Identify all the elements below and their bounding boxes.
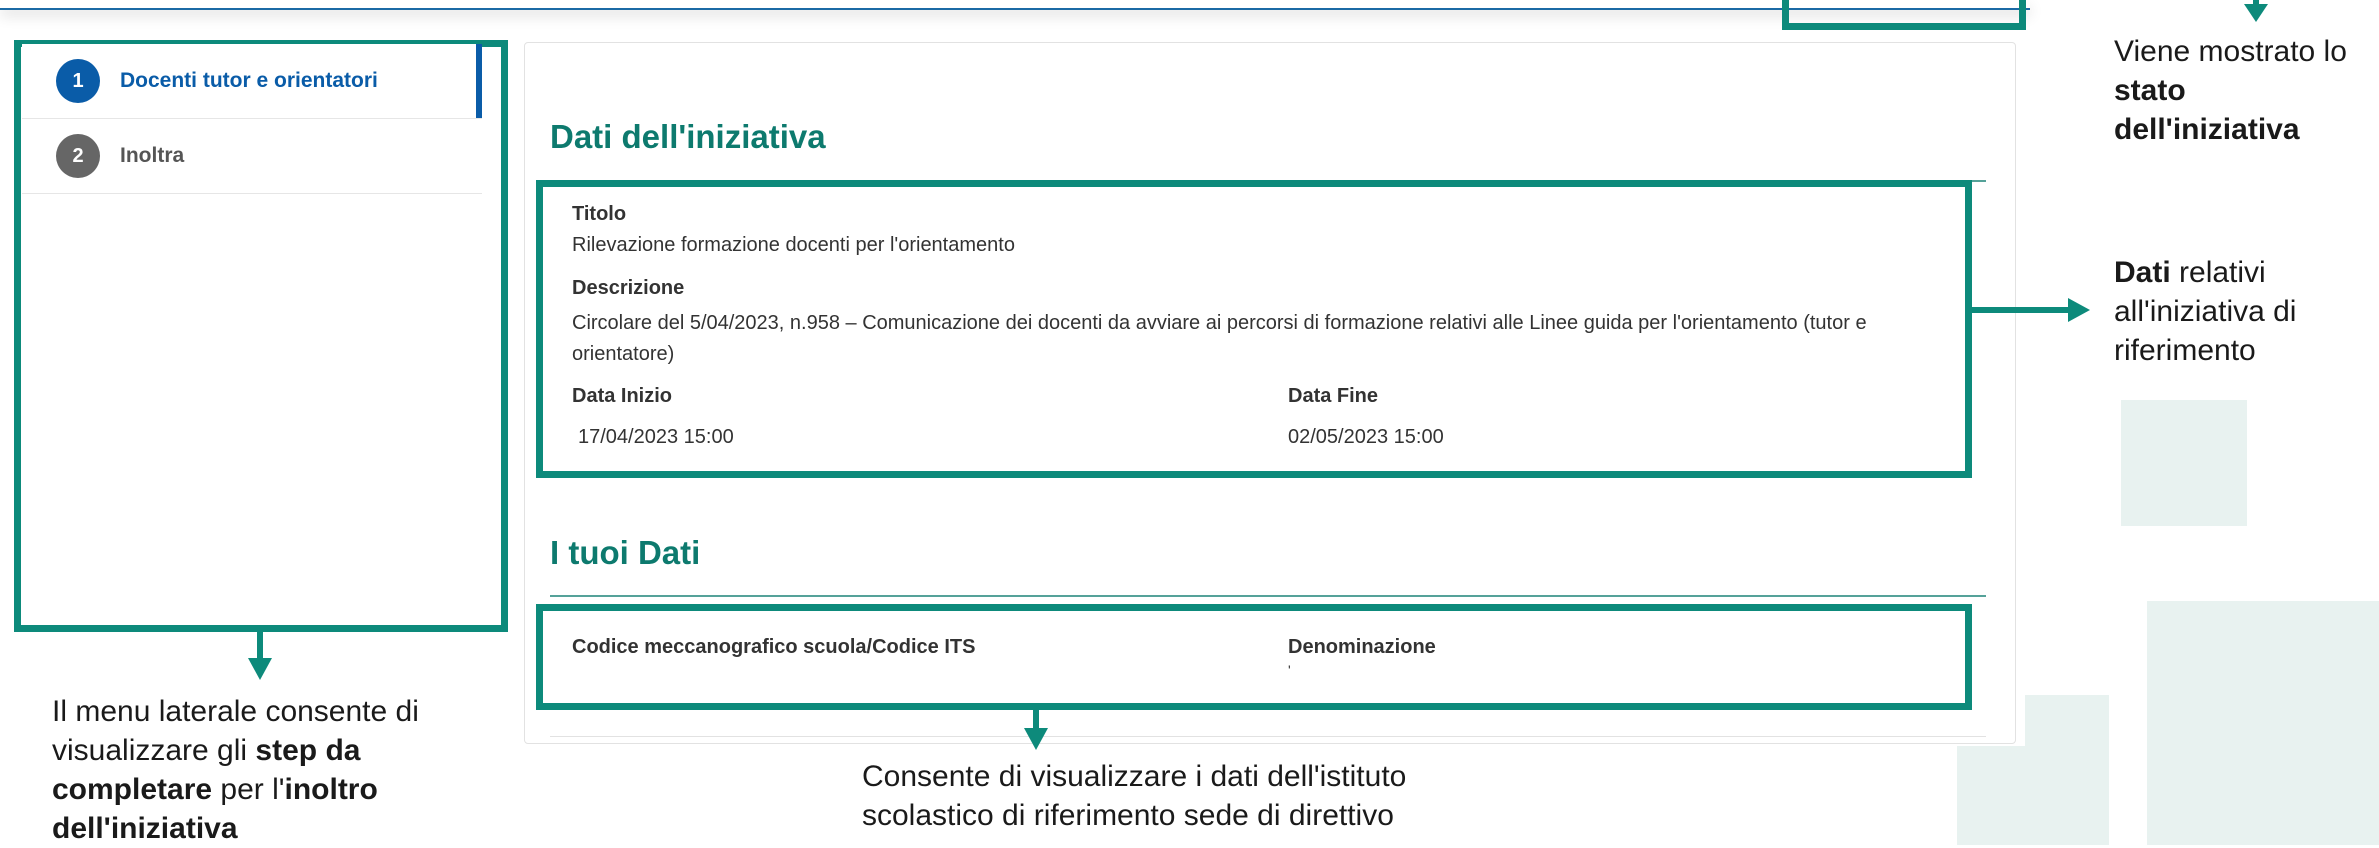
annotation-text: Il menu laterale consente di [52,695,419,728]
active-indicator [476,44,482,118]
decor-square [2121,400,2247,526]
section-rule [550,595,1986,597]
stato-arrow-head [2244,4,2268,22]
decor-square [1957,746,2025,845]
denominazione-value: ' [1288,662,1291,678]
titolo-label: Titolo [572,203,627,225]
header-bar [0,0,2030,10]
data-fine-value: 02/05/2023 15:00 [1288,426,1444,448]
istituto-arrow-head [1024,728,1048,750]
data-inizio-value: 17/04/2023 15:00 [578,426,734,448]
status-highlight-box [1782,0,2026,30]
data-fine-label: Data Fine [1288,385,1379,407]
step-docenti-tutor[interactable]: 1 Docenti tutor e orientatori [22,44,482,119]
card-bottom-rule [550,736,1986,737]
annotation-text: visualizzare gli [52,734,256,767]
annotation-text: scolastico di riferimento sede di dirett… [862,799,1394,832]
annotation-text: relativi [2170,256,2266,289]
annotation-text: riferimento [2114,334,2256,367]
menu-arrow-stem [257,632,263,660]
decor-square [2025,695,2109,845]
codice-label: Codice meccanografico scuola/Codice ITS [572,636,976,658]
titolo-value: Rilevazione formazione docenti per l'ori… [572,234,1015,256]
descrizione-label: Descrizione [572,277,685,299]
annotation-stato: Viene mostrato lo stato dell'iniziativa [2114,32,2376,149]
step-label: Docenti tutor e orientatori [120,69,378,92]
annotation-bold: completare [52,773,213,806]
annotation-dati: Dati relativi all'iniziativa di riferime… [2114,253,2376,370]
annotation-text: all'iniziativa di [2114,295,2297,328]
decor-square [2147,601,2379,845]
istituto-arrow-stem [1033,710,1039,730]
annotation-text: Viene mostrato lo [2114,35,2347,68]
section-title-tuoi-dati: I tuoi Dati [550,534,701,571]
annotation-bold: step da [255,734,361,767]
annotation-text: per l' [212,773,285,806]
annotation-bold: stato [2114,74,2186,107]
step-inoltra[interactable]: 2 Inoltra [22,119,482,194]
annotation-bold: dell'iniziativa [2114,113,2300,146]
annotation-istituto: Consente di visualizzare i dati dell'ist… [862,757,1502,835]
step-number: 1 [56,59,100,103]
dati-arrow-stem [1972,307,2070,313]
data-inizio-label: Data Inizio [572,385,673,407]
descrizione-value: Circolare del 5/04/2023, n.958 – Comunic… [572,312,1867,365]
menu-arrow-head [248,658,272,680]
section-title-iniziativa: Dati dell'iniziativa [550,118,826,155]
annotation-bold: dell'iniziativa [52,812,238,845]
step-label: Inoltra [120,144,185,167]
annotation-text: Consente di visualizzare i dati dell'ist… [862,760,1407,793]
annotation-bold: inoltro [284,773,378,806]
dati-arrow-head [2068,298,2090,322]
annotation-bold: Dati [2114,256,2171,289]
step-number: 2 [56,134,100,178]
denominazione-label: Denominazione [1288,636,1436,658]
annotation-menu: Il menu laterale consente di visualizzar… [52,692,522,848]
